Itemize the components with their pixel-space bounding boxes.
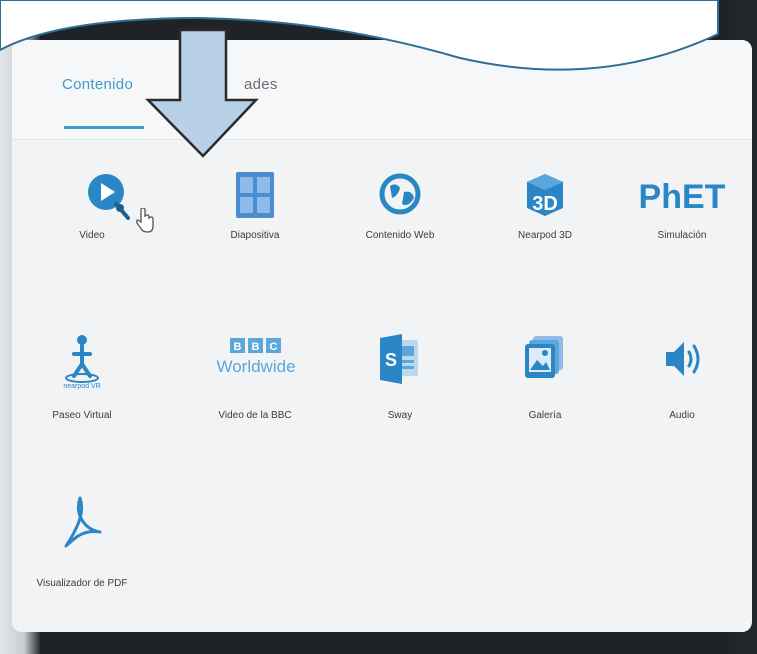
tab-contenido[interactable]: Contenido	[62, 76, 133, 93]
3d-logo-text: 3D	[532, 193, 558, 215]
sway-logo: S	[380, 334, 418, 384]
sway-letter: S	[385, 350, 397, 370]
nearpod-vr-text: nearpod VR	[63, 383, 100, 390]
tile-nearpod-3d-label: Nearpod 3D	[518, 230, 572, 241]
video-play-icon	[88, 174, 130, 220]
bbc-worldwide-logo: B B C Worldwide	[216, 338, 296, 376]
tile-contenido-web[interactable]: Contenido Web	[330, 158, 470, 268]
bbc-letter-1: B	[234, 341, 242, 353]
tile-paseo-virtual-label: Paseo Virtual	[52, 410, 112, 421]
down-arrow-annotation	[145, 28, 259, 158]
tab-divider	[12, 139, 752, 140]
tile-bbc[interactable]: B B C Worldwide Video de la BBC	[185, 320, 325, 430]
tile-video[interactable]: Video	[40, 158, 180, 268]
tile-nearpod-3d[interactable]: 3D Nearpod 3D	[475, 158, 615, 268]
tile-audio-label: Audio	[669, 410, 695, 421]
slides-grid-icon	[236, 172, 274, 218]
tile-audio[interactable]: Audio	[612, 320, 752, 430]
tile-galeria-label: Galería	[528, 410, 562, 421]
tile-sway-label: Sway	[387, 410, 413, 421]
pdf-icon	[64, 496, 102, 548]
tile-pdf-label: Visualizador de PDF	[36, 578, 128, 589]
content-picker-panel: Contenido ades Video Diapositiva Conteni…	[12, 40, 752, 632]
hand-cursor-icon	[136, 208, 154, 233]
tile-contenido-web-label: Contenido Web	[365, 230, 435, 241]
virtual-field-trip-icon: nearpod VR	[63, 335, 101, 390]
phet-logo: PhET	[639, 178, 726, 216]
globe-icon	[379, 173, 421, 215]
tile-sway[interactable]: S Sway	[330, 320, 470, 430]
tab-bar: Contenido ades	[12, 40, 752, 140]
3d-cube-icon: 3D	[527, 174, 563, 216]
bbc-letter-2: B	[252, 341, 260, 353]
tile-diapositiva[interactable]: Diapositiva	[185, 158, 325, 268]
tile-pdf[interactable]: Visualizador de PDF	[12, 480, 152, 590]
phet-logo-text: PhET	[639, 178, 726, 216]
tile-simulacion-label: Simulación	[657, 230, 707, 241]
bbc-letter-3: C	[270, 341, 278, 353]
tile-simulacion[interactable]: PhET Simulación	[612, 158, 752, 268]
active-tab-indicator	[64, 126, 144, 129]
speaker-icon	[666, 342, 700, 376]
tile-bbc-label: Video de la BBC	[218, 410, 292, 421]
gallery-icon	[525, 336, 563, 378]
tile-diapositiva-label: Diapositiva	[230, 230, 280, 241]
bbc-worldwide-text: Worldwide	[216, 357, 295, 376]
tile-galeria[interactable]: Galería	[475, 320, 615, 430]
tile-paseo-virtual[interactable]: nearpod VR Paseo Virtual	[12, 320, 152, 430]
